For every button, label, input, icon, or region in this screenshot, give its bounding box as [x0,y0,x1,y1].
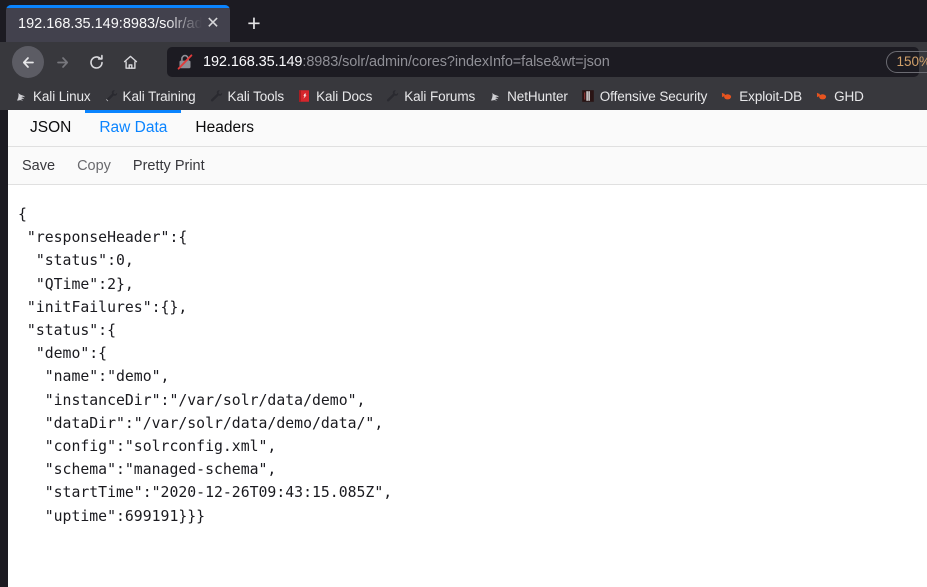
bookmark-label: GHD [834,88,864,104]
close-icon[interactable]: ✕ [202,13,224,35]
tab-json[interactable]: JSON [16,110,85,146]
tab-title: 192.168.35.149:8983/solr/ad [18,15,202,32]
json-viewer-tablist: JSON Raw Data Headers [8,110,927,147]
tab-raw-data[interactable]: Raw Data [85,110,182,146]
bookmark-label: Kali Training [122,88,196,104]
content-area: JSON Raw Data Headers Save Copy Pretty P… [0,110,927,587]
save-button[interactable]: Save [22,158,55,174]
json-viewer: JSON Raw Data Headers Save Copy Pretty P… [8,110,927,587]
home-button[interactable] [114,46,146,78]
arrow-right-icon [54,54,71,71]
new-tab-button[interactable]: + [240,9,268,37]
bookmark-kali-linux[interactable]: Kali Linux [8,87,97,106]
forward-button [46,46,78,78]
url-host: 192.168.35.149 [203,54,303,70]
orange-bug-icon [815,89,829,103]
bookmark-label: Kali Linux [33,88,91,104]
pretty-print-button[interactable]: Pretty Print [133,158,205,174]
json-raw-body: { "responseHeader":{ "status":0, "QTime"… [8,185,927,587]
kali-dragon-icon [488,89,502,103]
bookmark-ghdb[interactable]: GHD [809,87,870,106]
browser-window: 192.168.35.149:8983/solr/ad ✕ + 192.168.… [0,0,927,587]
padlock-crossed-out-icon[interactable] [176,53,194,71]
bookmark-kali-docs[interactable]: Kali Docs [291,87,378,106]
bookmark-nethunter[interactable]: NetHunter [482,87,574,106]
wrench-icon [209,89,223,103]
bookmarks-bar: Kali Linux Kali Training Kali Tools Kali… [0,82,927,110]
bookmark-kali-forums[interactable]: Kali Forums [379,87,481,106]
navigation-toolbar: 192.168.35.149:8983/solr/admin/cores?ind… [0,42,927,82]
copy-button[interactable]: Copy [77,158,111,174]
bookmark-label: Kali Tools [227,88,285,104]
reload-button[interactable] [80,46,112,78]
bookmark-exploit-db[interactable]: Exploit-DB [714,87,808,106]
tab-strip: 192.168.35.149:8983/solr/ad ✕ + [0,0,927,42]
zoom-level-badge[interactable]: 150% [886,51,927,73]
wrench-icon [385,89,399,103]
url-bar[interactable]: 192.168.35.149:8983/solr/admin/cores?ind… [167,47,927,77]
red-book-icon [297,89,311,103]
bookmark-label: Kali Forums [404,88,476,104]
reload-icon [88,54,105,71]
browser-tab-active[interactable]: 192.168.35.149:8983/solr/ad ✕ [6,5,230,42]
tab-headers[interactable]: Headers [181,110,268,146]
kali-dragon-icon [14,89,28,103]
bookmark-kali-tools[interactable]: Kali Tools [203,87,291,106]
offsec-logo-icon [581,89,595,103]
orange-bug-icon [720,89,734,103]
bookmark-label: Exploit-DB [739,88,803,104]
json-viewer-actions: Save Copy Pretty Print [8,147,927,185]
bookmark-label: NetHunter [507,88,568,104]
url-path: :8983/solr/admin/cores?indexInfo=false&w… [302,54,610,70]
bookmark-kali-training[interactable]: Kali Training [98,87,202,106]
home-icon [122,54,139,71]
wrench-icon [104,89,118,103]
arrow-left-icon [20,54,37,71]
json-raw-text: { "responseHeader":{ "status":0, "QTime"… [18,206,393,525]
back-button[interactable] [12,46,44,78]
bookmark-label: Offensive Security [599,88,708,104]
bookmark-offensive-security[interactable]: Offensive Security [575,87,714,106]
url-text: 192.168.35.149:8983/solr/admin/cores?ind… [203,54,610,70]
bookmark-label: Kali Docs [316,88,373,104]
